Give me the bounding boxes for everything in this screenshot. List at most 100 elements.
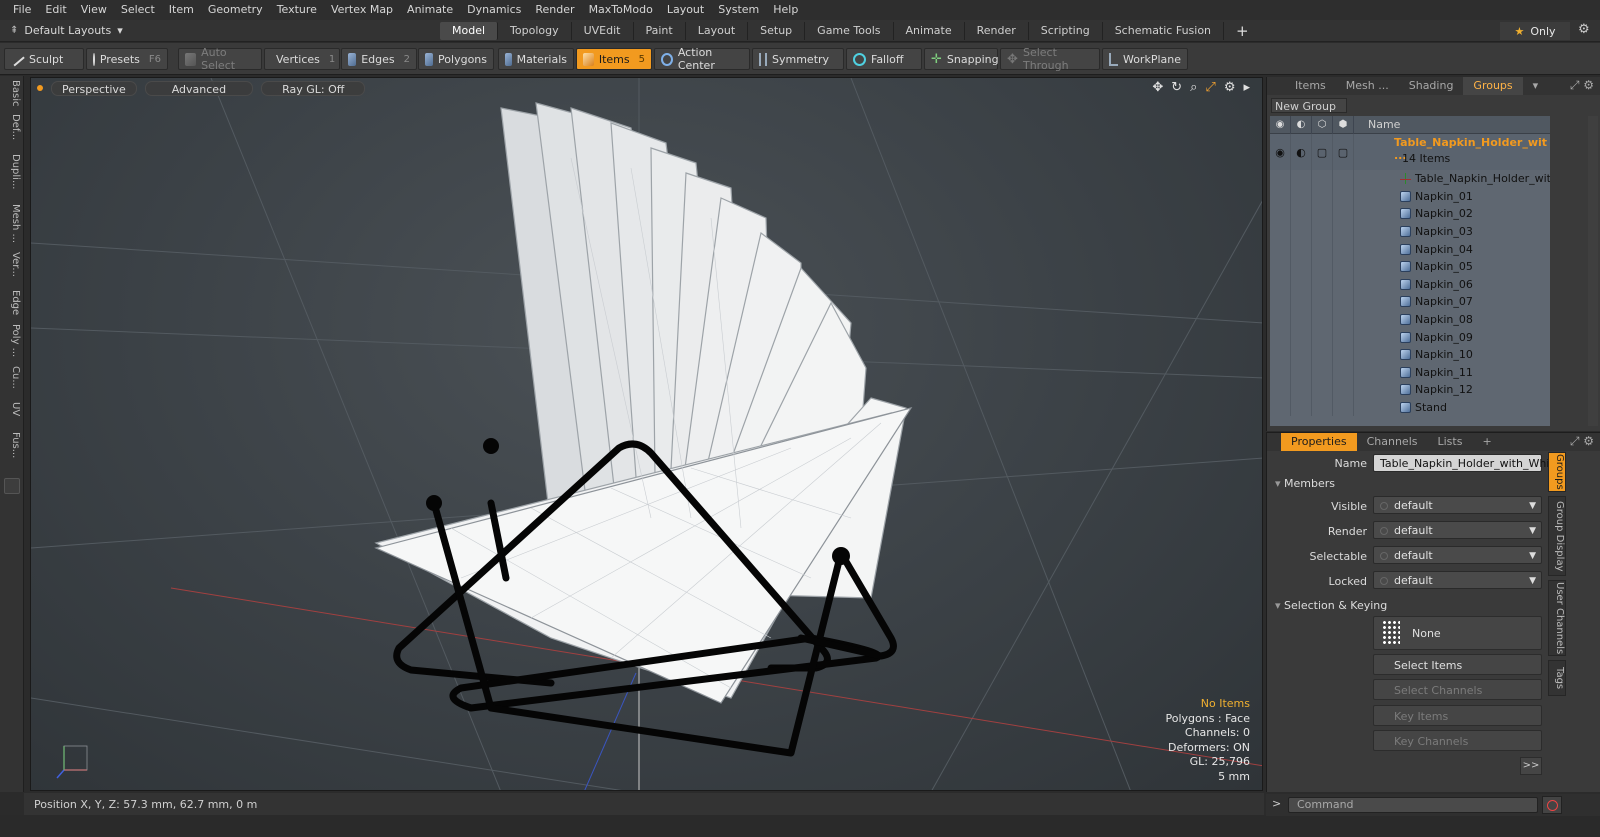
group-select-toggle[interactable]: ▢ — [1312, 134, 1333, 170]
layout-selector[interactable]: ⇞ Default Layouts ▾ — [0, 24, 440, 37]
menu-edit[interactable]: Edit — [38, 0, 73, 20]
tree-item-row[interactable]: Napkin_05 — [1270, 257, 1550, 276]
new-group-button[interactable]: New Group — [1271, 98, 1347, 113]
tree-item-toggle-cell[interactable] — [1270, 381, 1291, 399]
tree-item-toggle-cell[interactable] — [1291, 222, 1312, 241]
tree-item-toggle-cell[interactable] — [1312, 170, 1333, 188]
tree-item-toggle-cell[interactable] — [1312, 381, 1333, 399]
tree-item-toggle-cell[interactable] — [1270, 275, 1291, 294]
tree-item-toggle-cell[interactable] — [1312, 328, 1333, 346]
menu-dynamics[interactable]: Dynamics — [460, 0, 528, 20]
tree-item-toggle-cell[interactable] — [1333, 222, 1354, 241]
selection-keying-section[interactable]: Selection & Keying — [1275, 599, 1545, 612]
tree-scrollbar[interactable] — [1588, 116, 1598, 426]
add-prop-tab-button[interactable]: + — [1472, 433, 1501, 451]
none-button[interactable]: None — [1373, 616, 1542, 650]
tree-item-toggle-cell[interactable] — [1333, 328, 1354, 346]
tree-item-toggle-cell[interactable] — [1270, 363, 1291, 382]
tab-shading[interactable]: Shading — [1399, 77, 1464, 95]
members-section[interactable]: Members — [1275, 477, 1545, 490]
tree-item-toggle-cell[interactable] — [1312, 293, 1333, 311]
tab-schematic-fusion[interactable]: Schematic Fusion — [1103, 21, 1225, 40]
tree-item-toggle-cell[interactable] — [1333, 240, 1354, 258]
tree-item-toggle-cell[interactable] — [1291, 293, 1312, 311]
tree-item-toggle-cell[interactable] — [1312, 240, 1333, 258]
tab-uvedit[interactable]: UVEdit — [572, 21, 634, 40]
only-toggle-button[interactable]: ★ Only — [1500, 22, 1570, 40]
tab-topology[interactable]: Topology — [498, 21, 572, 40]
gear-icon[interactable]: ⚙ — [1578, 22, 1590, 37]
polygons-button[interactable]: Polygons — [418, 48, 494, 70]
pan-icon[interactable]: ✥ — [1152, 80, 1163, 95]
menu-help[interactable]: Help — [766, 0, 805, 20]
menu-geometry[interactable]: Geometry — [201, 0, 270, 20]
record-macro-button[interactable] — [1542, 796, 1562, 814]
eye-icon[interactable]: ◉ — [1270, 116, 1291, 134]
edges-button[interactable]: Edges 2 — [341, 48, 417, 70]
group-lock-toggle[interactable]: ▢ — [1333, 134, 1354, 170]
group-visible-toggle[interactable]: ◉ — [1270, 134, 1291, 170]
tree-item-toggle-cell[interactable] — [1291, 345, 1312, 364]
viewport-gear-icon[interactable]: ⚙ — [1224, 80, 1236, 95]
tree-item-toggle-cell[interactable] — [1333, 398, 1354, 417]
tree-item-toggle-cell[interactable] — [1270, 310, 1291, 329]
tree-item-toggle-cell[interactable] — [1270, 257, 1291, 276]
more-button[interactable]: >> — [1520, 757, 1542, 775]
tree-item-toggle-cell[interactable] — [1291, 240, 1312, 258]
menu-view[interactable]: View — [74, 0, 114, 20]
tree-item-row[interactable]: Napkin_01 — [1270, 187, 1550, 206]
tree-item-row[interactable]: Napkin_08 — [1270, 310, 1550, 329]
tree-item-toggle-cell[interactable] — [1291, 187, 1312, 206]
tree-item-row[interactable]: Table_Napkin_Holder_with_ ... — [1270, 170, 1550, 188]
tree-item-toggle-cell[interactable] — [1333, 345, 1354, 364]
tree-item-toggle-cell[interactable] — [1312, 275, 1333, 294]
tree-item-toggle-cell[interactable] — [1333, 293, 1354, 311]
select-channels-button[interactable]: Select Channels — [1373, 679, 1542, 700]
lock-icon[interactable]: ⬢ — [1333, 116, 1354, 134]
key-items-button[interactable]: Key Items — [1373, 705, 1542, 726]
tree-item-toggle-cell[interactable] — [1270, 222, 1291, 241]
tree-item-toggle-cell[interactable] — [1291, 310, 1312, 329]
render-icon[interactable]: ◐ — [1291, 116, 1312, 134]
auto-select-button[interactable]: Auto Select — [178, 46, 262, 72]
select-items-button[interactable]: Select Items — [1373, 654, 1542, 675]
tree-item-toggle-cell[interactable] — [1270, 293, 1291, 311]
left-tab-curve[interactable]: Cu... — [3, 366, 21, 389]
viewport-more-icon[interactable]: ▸ — [1243, 80, 1250, 95]
tree-item-toggle-cell[interactable] — [1312, 398, 1333, 417]
tab-animate[interactable]: Animate — [894, 21, 965, 40]
3d-viewport[interactable]: Perspective Advanced Ray GL: Off ✥ ↻ ⌕ ⤢… — [30, 77, 1263, 791]
tab-setup[interactable]: Setup — [748, 21, 806, 40]
tab-render[interactable]: Render — [965, 21, 1029, 40]
group-name-field[interactable]: Table_Napkin_Holder_with_White — [1373, 454, 1560, 472]
tree-item-toggle-cell[interactable] — [1312, 345, 1333, 364]
tree-item-toggle-cell[interactable] — [1270, 240, 1291, 258]
tree-item-row[interactable]: Napkin_12 — [1270, 381, 1550, 399]
visible-select[interactable]: default ▼ — [1373, 496, 1542, 514]
menu-select[interactable]: Select — [114, 0, 162, 20]
tree-item-toggle-cell[interactable] — [1312, 187, 1333, 206]
panel-expand-icon[interactable]: ⤢ ⚙ — [1570, 78, 1594, 93]
tree-item-row[interactable]: Napkin_02 — [1270, 205, 1550, 223]
tree-item-toggle-cell[interactable] — [1270, 328, 1291, 346]
tree-item-toggle-cell[interactable] — [1312, 363, 1333, 382]
materials-button[interactable]: Materials — [498, 48, 574, 70]
select-through-button[interactable]: ✥ Select Through — [1000, 46, 1100, 72]
selectable-icon[interactable]: ⬡ — [1312, 116, 1333, 134]
tree-item-toggle-cell[interactable] — [1270, 187, 1291, 206]
left-tab-edge[interactable]: Edge — [3, 290, 21, 315]
tab-groups[interactable]: Groups — [1463, 77, 1523, 95]
tree-item-toggle-cell[interactable] — [1312, 222, 1333, 241]
collapse-arrow-icon[interactable]: ⇞ — [10, 25, 18, 36]
tab-channels[interactable]: Channels — [1357, 433, 1428, 451]
tree-item-toggle-cell[interactable] — [1270, 170, 1291, 188]
workplane-button[interactable]: WorkPlane — [1102, 48, 1188, 70]
tabs-dropdown-icon[interactable]: ▾ — [1523, 77, 1549, 95]
left-tab-duplicate[interactable]: Dupli... — [3, 154, 21, 189]
tree-item-toggle-cell[interactable] — [1333, 275, 1354, 294]
tree-item-row[interactable]: Napkin_04 — [1270, 240, 1550, 258]
menu-vertex-map[interactable]: Vertex Map — [324, 0, 400, 20]
tab-items[interactable]: Items — [1285, 77, 1336, 95]
sculpt-button[interactable]: Sculpt — [4, 48, 84, 70]
tab-mesh[interactable]: Mesh ... — [1336, 77, 1399, 95]
